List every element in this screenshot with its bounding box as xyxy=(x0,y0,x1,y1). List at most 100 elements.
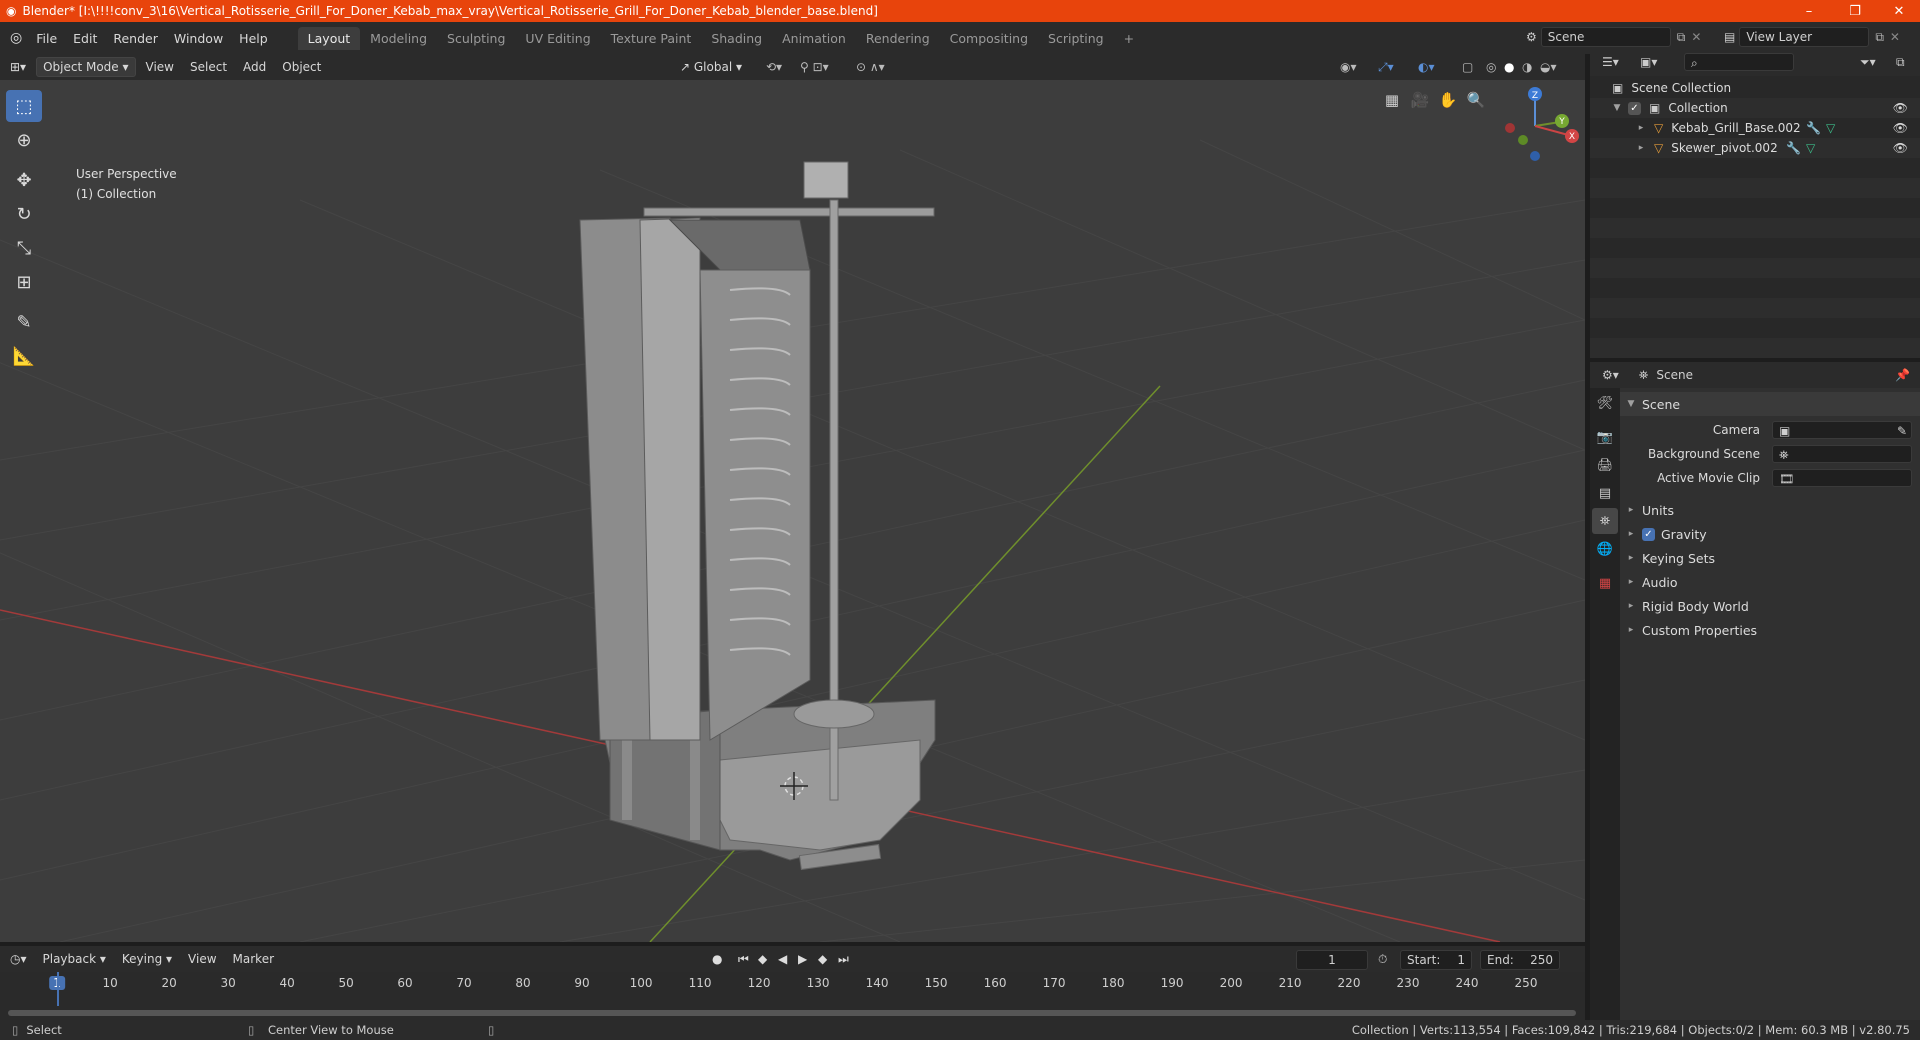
eye-icon[interactable]: 👁 xyxy=(1893,121,1908,135)
mesh-data-icon[interactable]: ▽ xyxy=(1826,121,1835,135)
blender-logo-icon[interactable]: ◎ xyxy=(10,30,22,46)
move-icon[interactable]: ✥ xyxy=(6,164,42,196)
overlay-toggle-icon[interactable]: ◐▾ xyxy=(1412,58,1441,76)
units-section[interactable]: ▸ Units xyxy=(1620,498,1920,522)
filter-icon[interactable]: ⏷▾ xyxy=(1860,55,1876,70)
tab-shading[interactable]: Shading xyxy=(701,27,772,50)
maximize-button[interactable]: ❐ xyxy=(1832,0,1878,22)
scene-tab-icon[interactable]: ⛯ xyxy=(1592,508,1618,534)
menu-render[interactable]: Render xyxy=(105,31,166,46)
timeline[interactable]: 1102030405060708090100110120130140150160… xyxy=(0,972,1585,1020)
scale-icon[interactable]: ⤡ xyxy=(6,232,42,264)
current-frame-field[interactable]: 1 xyxy=(1296,950,1368,970)
display-mode-icon[interactable]: ▣▾ xyxy=(1640,55,1657,69)
background-scene-field[interactable]: ⛯ xyxy=(1772,445,1912,463)
menu-add[interactable]: Add xyxy=(237,58,272,76)
mesh-data-icon[interactable]: ▽ xyxy=(1806,141,1815,155)
measure-icon[interactable]: 📐 xyxy=(6,340,42,372)
chevron-right-icon[interactable]: ▸ xyxy=(1624,601,1638,611)
gravity-checkbox[interactable]: ✓ xyxy=(1642,527,1655,541)
scene-panel-header[interactable]: ▼ Scene xyxy=(1620,392,1920,416)
keying-sets-section[interactable]: ▸ Keying Sets xyxy=(1620,546,1920,570)
menu-edit[interactable]: Edit xyxy=(65,31,105,46)
new-collection-icon[interactable]: ⧉ xyxy=(1896,55,1905,70)
play-icon[interactable]: ▶ xyxy=(798,952,807,966)
view-layer-selector[interactable]: View Layer xyxy=(1739,27,1870,47)
proportional-edit-icon[interactable]: ⊙ ∧▾ xyxy=(850,58,891,76)
zoom-icon[interactable]: 🔍 xyxy=(1462,86,1490,114)
outliner-row-object[interactable]: ▸ ▽ Skewer_pivot.002 🔧 ▽ 👁 xyxy=(1590,138,1920,158)
tab-animation[interactable]: Animation xyxy=(772,27,856,50)
chevron-right-icon[interactable]: ▸ xyxy=(1624,625,1638,635)
next-keyframe-icon[interactable]: ◆ xyxy=(818,952,827,966)
outliner-row-scene-collection[interactable]: ▣ Scene Collection xyxy=(1590,78,1920,98)
delete-scene-icon[interactable]: ✕ xyxy=(1691,30,1701,44)
cursor-icon[interactable]: ⊕ xyxy=(6,124,42,156)
menu-window[interactable]: Window xyxy=(166,31,231,46)
start-frame-field[interactable]: Start: 1 xyxy=(1400,950,1472,970)
properties-editor-icon[interactable]: ⚙▾ xyxy=(1602,368,1619,382)
chevron-right-icon[interactable]: ▸ xyxy=(1624,505,1638,515)
eyedropper-icon[interactable]: ✎ xyxy=(1897,424,1907,438)
tab-texture-paint[interactable]: Texture Paint xyxy=(601,27,702,50)
view-layer-tab-icon[interactable]: ▤ xyxy=(1592,480,1618,506)
audio-section[interactable]: ▸ Audio xyxy=(1620,570,1920,594)
axis-gizmo-icon[interactable]: Z Y X xyxy=(1490,86,1580,166)
modifier-icon[interactable]: 🔧 xyxy=(1786,141,1801,155)
menu-playback[interactable]: Playback ▾ xyxy=(37,950,112,968)
tab-scripting[interactable]: Scripting xyxy=(1038,27,1114,50)
timeline-scrollbar[interactable] xyxy=(8,1010,1576,1016)
3d-viewport[interactable]: User Perspective (1) Collection Z Y X ▦ … xyxy=(0,80,1585,942)
minimize-button[interactable]: – xyxy=(1786,0,1832,22)
visibility-icon[interactable]: ◉▾ xyxy=(1334,58,1363,76)
clock-icon[interactable]: ⏱ xyxy=(1378,952,1387,967)
menu-file[interactable]: File xyxy=(28,31,65,46)
texture-tab-icon[interactable]: ▦ xyxy=(1592,570,1618,596)
tab-compositing[interactable]: Compositing xyxy=(940,27,1038,50)
jump-end-icon[interactable]: ⏭ xyxy=(838,952,849,967)
jump-start-icon[interactable]: ⏮ xyxy=(738,952,749,967)
chevron-right-icon[interactable]: ▸ xyxy=(1634,123,1648,133)
menu-select[interactable]: Select xyxy=(184,58,233,76)
scene-selector[interactable]: Scene xyxy=(1540,27,1671,47)
exclude-checkbox[interactable]: ✓ xyxy=(1628,101,1641,115)
tab-rendering[interactable]: Rendering xyxy=(856,27,940,50)
pin-icon[interactable]: 📌 xyxy=(1895,368,1910,382)
select-box-icon[interactable]: ⬚ xyxy=(6,90,42,122)
chevron-right-icon[interactable]: ▸ xyxy=(1624,553,1638,563)
end-frame-field[interactable]: End: 250 xyxy=(1480,950,1560,970)
playhead[interactable] xyxy=(57,972,59,1006)
eye-icon[interactable]: 👁 xyxy=(1893,101,1908,115)
outliner-row-object[interactable]: ▸ ▽ Kebab_Grill_Base.002 🔧 ▽ 👁 xyxy=(1590,118,1920,138)
chevron-down-icon[interactable]: ▼ xyxy=(1624,399,1638,409)
tab-uv-editing[interactable]: UV Editing xyxy=(515,27,600,50)
snap-icon[interactable]: ⚲ ⊡▾ xyxy=(794,58,835,76)
active-movie-clip-field[interactable]: 🎞 xyxy=(1772,469,1912,487)
record-icon[interactable]: ● xyxy=(712,952,722,966)
timeline-editor-icon[interactable]: ◷▾ xyxy=(4,950,33,968)
new-scene-icon[interactable]: ⧉ xyxy=(1677,30,1686,45)
rotate-icon[interactable]: ↻ xyxy=(6,198,42,230)
rigid-body-world-section[interactable]: ▸ Rigid Body World xyxy=(1620,594,1920,618)
chevron-right-icon[interactable]: ▸ xyxy=(1624,577,1638,587)
menu-view[interactable]: View xyxy=(182,950,222,968)
grid-icon[interactable]: ▦ xyxy=(1378,86,1406,114)
outliner-editor-icon[interactable]: ☰▾ xyxy=(1602,55,1619,69)
pivot-icon[interactable]: ⟲▾ xyxy=(760,58,788,76)
camera-icon[interactable]: 🎥 xyxy=(1406,86,1434,114)
xray-icon[interactable]: ▢ xyxy=(1456,58,1479,76)
gravity-section[interactable]: ▸ ✓ Gravity xyxy=(1620,522,1920,546)
tool-tab-icon[interactable]: 🛠 xyxy=(1592,390,1618,416)
shading-rendered-icon[interactable]: ◒▾ xyxy=(1534,58,1563,76)
tab-sculpting[interactable]: Sculpting xyxy=(437,27,515,50)
outliner-row-collection[interactable]: ▼ ✓ ▣ Collection 👁 xyxy=(1590,98,1920,118)
menu-marker[interactable]: Marker xyxy=(227,950,280,968)
transform-icon[interactable]: ⊞ xyxy=(6,266,42,298)
output-tab-icon[interactable]: 🖨 xyxy=(1592,452,1618,478)
hand-icon[interactable]: ✋ xyxy=(1434,86,1462,114)
tab-modeling[interactable]: Modeling xyxy=(360,27,437,50)
timeline-ruler[interactable]: 1102030405060708090100110120130140150160… xyxy=(0,972,1585,992)
play-reverse-icon[interactable]: ◀ xyxy=(778,952,787,966)
modifier-icon[interactable]: 🔧 xyxy=(1806,121,1821,135)
prev-keyframe-icon[interactable]: ◆ xyxy=(758,952,767,966)
